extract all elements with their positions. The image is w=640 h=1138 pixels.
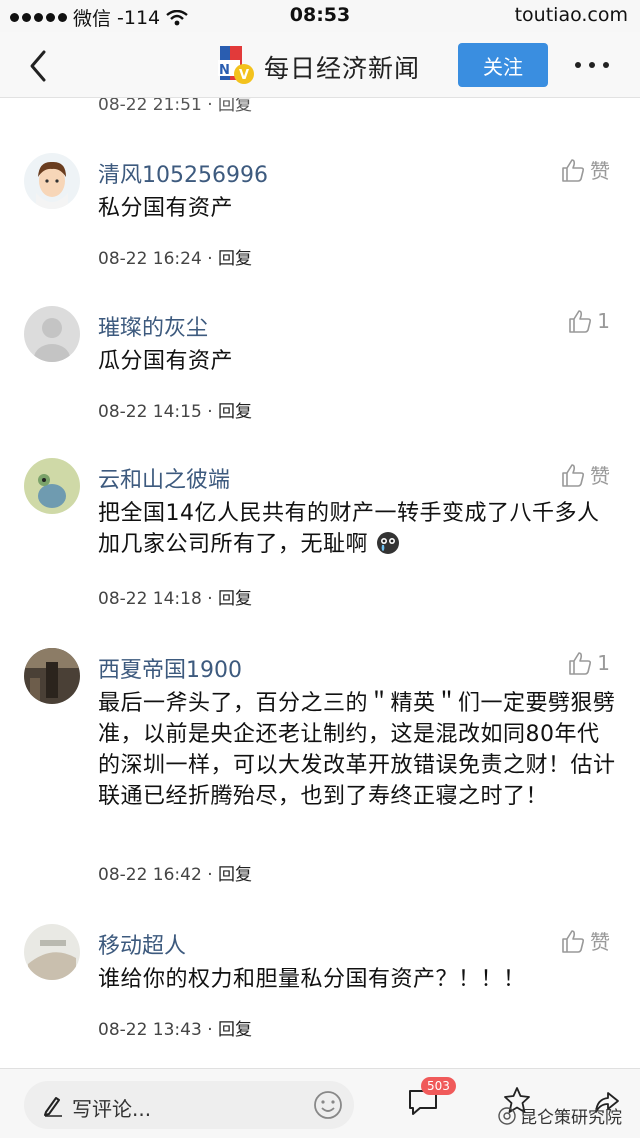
publisher-title: 每日经济新闻 [264, 54, 421, 83]
comment-count-badge: 503 [421, 1077, 456, 1095]
comment-time: 08-22 14:18 [98, 589, 202, 609]
watermark: 昆仑策研究院 [498, 1103, 622, 1128]
reply-button[interactable]: 回复 [218, 589, 252, 609]
like-count: 1 [597, 651, 610, 675]
status-bar: 微信 -114 08:53 toutiao.com [0, 0, 640, 32]
thumbs-up-icon [562, 929, 585, 953]
thumbs-up-icon [562, 463, 585, 487]
url-text: toutiao.com [514, 4, 628, 26]
bottom-toolbar: 写评论... 503 昆仑策研究院 [0, 1068, 640, 1138]
avatar[interactable] [24, 648, 80, 704]
comment-text: 谁给你的权力和胆量私分国有资产？！！！ [98, 967, 526, 992]
comment-username[interactable]: 移动超人 [98, 928, 186, 960]
avatar[interactable] [24, 924, 80, 980]
comment-username[interactable]: 西夏帝国1900 [98, 652, 242, 684]
publisher-logo-icon: N V [218, 46, 254, 84]
comment-text: 私分国有资产 [98, 196, 234, 221]
wechat-official-icon [498, 1106, 516, 1125]
comment-item: 璀璨的灰尘 1 瓜分国有资产 08-22 14:15 · 回复 [0, 306, 640, 426]
comment-text: 把全国14亿人民共有的财产一转手变成了八千多人加几家公司所有了，无耻啊 [98, 498, 618, 560]
comment-placeholder: 写评论... [72, 1097, 152, 1121]
svg-text:N: N [219, 63, 230, 78]
reply-button[interactable]: 回复 [218, 865, 252, 885]
reply-button[interactable]: 回复 [218, 1020, 252, 1040]
svg-text:V: V [239, 68, 249, 83]
like-label: 赞 [590, 464, 610, 488]
comment-meta: 08-22 14:18 · 回复 [98, 589, 253, 609]
avatar[interactable] [24, 458, 80, 514]
like-button[interactable]: 1 [567, 308, 610, 334]
comment-text-content: 把全国14亿人民共有的财产一转手变成了八千多人加几家公司所有了，无耻啊 [98, 501, 600, 557]
comment-item: 清风105256996 赞 私分国有资产 08-22 16:24 · 回复 [0, 153, 640, 273]
reply-button[interactable]: 回复 [218, 249, 252, 269]
like-label: 赞 [590, 930, 610, 954]
watermark-text: 昆仑策研究院 [520, 1108, 622, 1128]
comment-username[interactable]: 璀璨的灰尘 [98, 310, 208, 342]
reply-button[interactable]: 回复 [218, 402, 252, 422]
back-icon[interactable] [20, 46, 60, 86]
follow-button[interactable]: 关注 [458, 43, 548, 87]
comment-meta: 08-22 13:43 · 回复 [98, 1020, 253, 1040]
emoji-icon[interactable] [312, 1089, 344, 1121]
comment-time: 08-22 14:15 [98, 402, 202, 422]
comment-time: 08-22 16:24 [98, 249, 202, 269]
comment-item: 移动超人 赞 谁给你的权力和胆量私分国有资产？！！！ 08-22 13:43 ·… [0, 924, 640, 1054]
cut-comment-meta: 08-22 21:51 · 回复 [98, 98, 253, 115]
comment-time: 08-22 16:42 [98, 865, 202, 885]
comment-item: 云和山之彼端 赞 把全国14亿人民共有的财产一转手变成了八千多人加几家公司所有了… [0, 458, 640, 618]
thumbs-up-icon [569, 310, 592, 333]
like-button[interactable]: 赞 [560, 155, 610, 184]
crying-emoji-icon [376, 532, 399, 554]
comment-meta: 08-22 16:42 · 回复 [98, 865, 253, 885]
thumbs-up-icon [562, 158, 585, 182]
comment-text: 瓜分国有资产 [98, 349, 234, 374]
comment-username[interactable]: 云和山之彼端 [98, 462, 230, 494]
like-button[interactable]: 1 [567, 650, 610, 676]
comment-item: 西夏帝国1900 1 最后一斧头了，百分之三的＂精英＂们一定要劈狠劈准，以前是央… [0, 648, 640, 888]
comment-text: 最后一斧头了，百分之三的＂精英＂们一定要劈狠劈准，以前是央企还老让制约，这是混改… [98, 691, 616, 809]
like-button[interactable]: 赞 [560, 460, 610, 489]
more-icon[interactable] [572, 58, 612, 72]
comment-time: 08-22 13:43 [98, 1020, 202, 1040]
thumbs-up-icon [569, 652, 592, 675]
like-button[interactable]: 赞 [560, 926, 610, 955]
comment-username[interactable]: 清风105256996 [98, 157, 268, 189]
like-count: 1 [597, 309, 610, 333]
avatar[interactable] [24, 153, 80, 209]
comment-meta: 08-22 14:15 · 回复 [98, 402, 253, 422]
comment-meta: 08-22 16:24 · 回复 [98, 249, 253, 269]
nav-bar: N V 每日经济新闻 关注 [0, 32, 640, 98]
comment-feed[interactable]: 08-22 21:51 · 回复 清风105256996 赞 私分国有资产 08… [0, 98, 640, 1068]
pen-icon [44, 1097, 62, 1117]
like-label: 赞 [590, 159, 610, 183]
avatar[interactable] [24, 306, 80, 362]
write-comment-input[interactable]: 写评论... [24, 1081, 354, 1129]
